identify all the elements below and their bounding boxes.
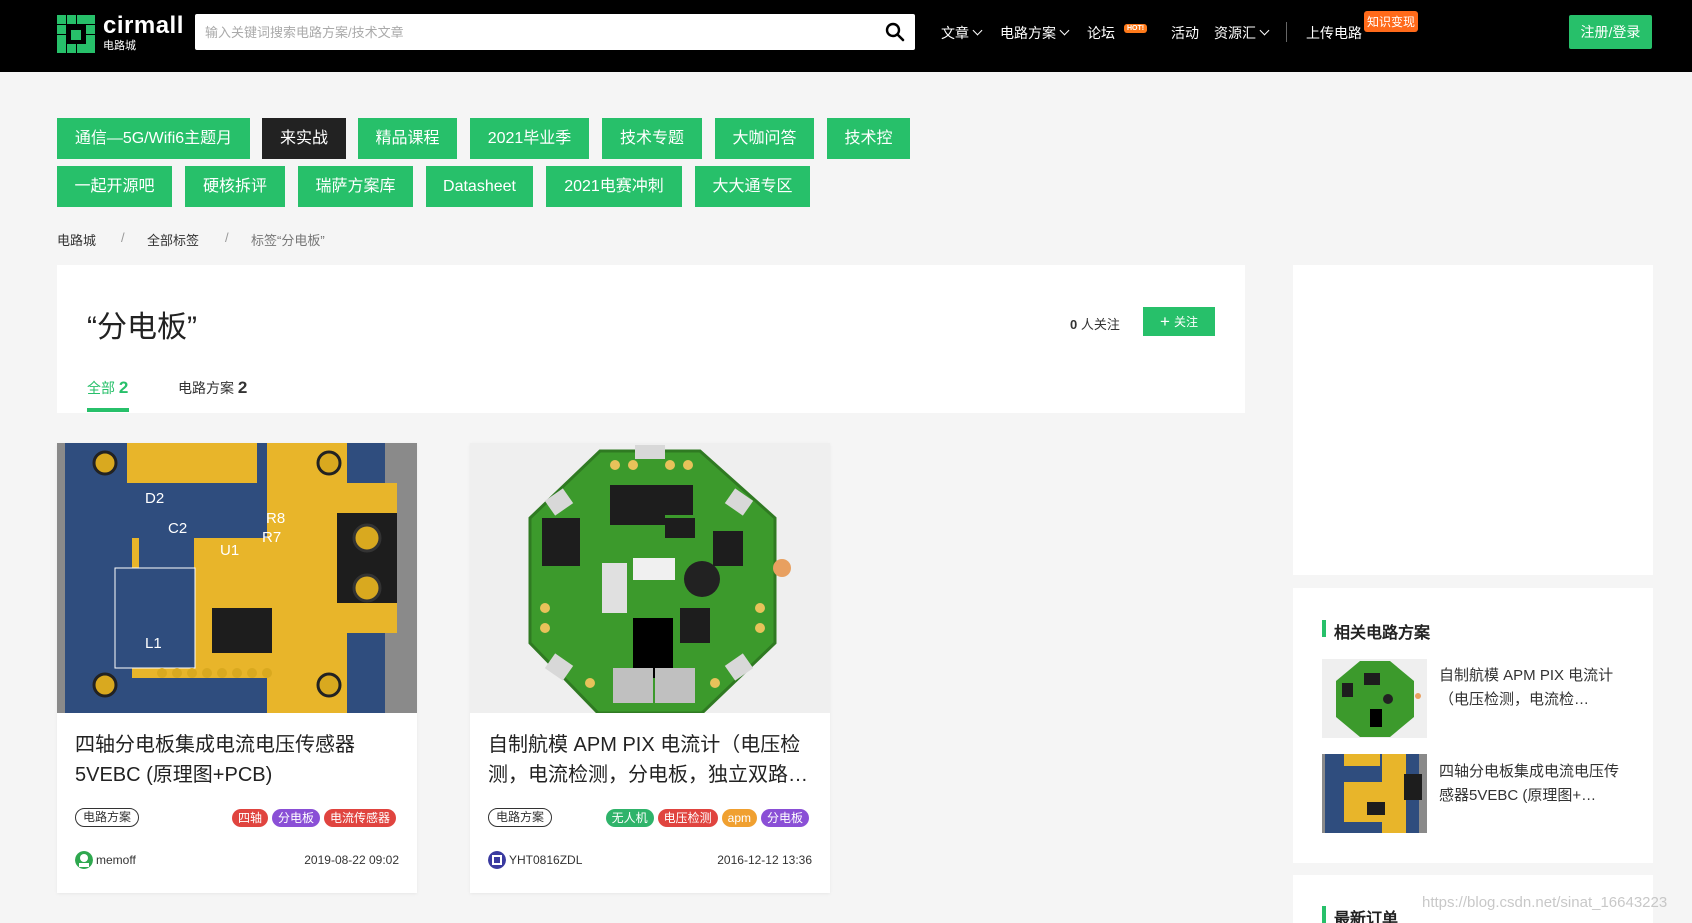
plan-card[interactable]: D2 C2 U1 R8 R7 L1 四轴分电板集成电流电压传感器5VEBC (原理图+… — [57, 443, 417, 893]
watermark: https://blog.csdn.net/sinat_16643223 — [1422, 894, 1668, 911]
tag-pill[interactable]: 四轴 — [231, 809, 268, 827]
nav-resources-label: 资源汇 — [1214, 25, 1256, 41]
tag-list: 四轴 分电板 电流传感器 — [231, 809, 396, 827]
tag-button[interactable]: 大大通专区 — [695, 166, 810, 207]
tab-all-label: 全部 — [87, 380, 115, 396]
sidebar-ad-panel — [1293, 265, 1653, 575]
plus-icon: + — [1160, 312, 1170, 331]
tag-button[interactable]: 2021毕业季 — [470, 118, 589, 159]
tag-button[interactable]: 一起开源吧 — [57, 166, 172, 207]
related-plan-thumbnail[interactable] — [1322, 754, 1427, 833]
svg-text:R7: R7 — [262, 529, 281, 546]
svg-text:U1: U1 — [220, 542, 239, 559]
tag-button[interactable]: 瑞萨方案库 — [298, 166, 413, 207]
related-plan-title[interactable]: 四轴分电板集成电流电压传感器5VEBC (原理图+… — [1439, 760, 1631, 808]
follower-count: 0 人关注 — [1070, 314, 1120, 333]
section-marker — [1322, 620, 1326, 637]
tag-pill[interactable]: apm — [721, 809, 757, 827]
logo-mark-icon — [57, 14, 95, 53]
category-badge[interactable]: 电路方案 — [75, 808, 140, 827]
nav-divider — [1286, 22, 1287, 42]
logo-text-cn: 电路城 — [103, 40, 136, 52]
search-box — [195, 14, 915, 50]
breadcrumb-all-tags[interactable]: 全部标签 — [147, 230, 199, 249]
tag-pill[interactable]: 电压检测 — [657, 809, 718, 827]
related-plan-title[interactable]: 自制航模 APM PIX 电流计（电压检测，电流检… — [1439, 664, 1631, 712]
section-marker — [1322, 906, 1326, 923]
follow-button[interactable]: + 关注 — [1143, 307, 1215, 336]
site-logo[interactable]: cirmall 电路城 — [57, 14, 184, 53]
nav-forum-label: 论坛 — [1087, 25, 1115, 41]
nav-activity[interactable]: 活动 — [1171, 23, 1199, 43]
tag-button[interactable]: 精品课程 — [358, 118, 457, 159]
tag-button[interactable]: 硬核拆评 — [185, 166, 285, 207]
svg-text:R8: R8 — [266, 510, 285, 527]
follower-label: 人关注 — [1080, 317, 1120, 332]
tag-pill[interactable]: 电流传感器 — [323, 809, 396, 827]
upload-badge: 知识变现 — [1364, 11, 1419, 32]
follow-button-label: 关注 — [1173, 315, 1198, 329]
chevron-down-icon — [972, 25, 983, 36]
plan-title[interactable]: 四轴分电板集成电流电压传感器5VEBC (原理图+PCB) — [75, 730, 401, 790]
logo-text-en: cirmall — [103, 12, 184, 39]
author-name[interactable]: YHT0816ZDL — [509, 853, 582, 867]
tab-all[interactable]: 全部 2 — [87, 378, 128, 398]
chevron-down-icon — [1059, 25, 1070, 36]
search-input[interactable] — [205, 14, 855, 50]
breadcrumb-separator: / — [225, 230, 229, 245]
tab-plans-label: 电路方案 — [178, 380, 234, 396]
svg-text:L1: L1 — [145, 635, 162, 652]
nav-upload-label: 上传电路 — [1306, 25, 1362, 41]
publish-date: 2016-12-12 13:36 — [717, 853, 812, 867]
publish-date: 2019-08-22 09:02 — [304, 853, 399, 867]
plan-card[interactable]: 自制航模 APM PIX 电流计（电压检测，电流检测，分电板，独立双路… 电路方… — [470, 443, 830, 893]
tag-pill[interactable]: 无人机 — [605, 809, 654, 827]
tag-button[interactable]: 2021电赛冲刺 — [546, 166, 682, 207]
chevron-down-icon — [1259, 25, 1270, 36]
login-register-button[interactable]: 注册/登录 — [1569, 15, 1652, 49]
tag-button[interactable]: 大咖问答 — [715, 118, 814, 159]
plan-title[interactable]: 自制航模 APM PIX 电流计（电压检测，电流检测，分电板，独立双路… — [488, 730, 814, 790]
tab-plans-count: 2 — [237, 378, 248, 397]
breadcrumb-current: 标签“分电板” — [251, 233, 325, 248]
avatar[interactable] — [75, 851, 93, 869]
author-name[interactable]: memoff — [96, 853, 136, 867]
tag-button[interactable]: 来实战 — [262, 118, 346, 159]
category-badge[interactable]: 电路方案 — [488, 808, 553, 827]
breadcrumb-separator: / — [121, 230, 125, 245]
search-icon[interactable] — [885, 22, 905, 42]
follower-number: 0 — [1070, 317, 1078, 332]
latest-orders-heading: 最新订单 — [1334, 911, 1399, 923]
tag-pill[interactable]: 分电板 — [760, 809, 809, 827]
page-title: “分电板” — [87, 311, 197, 344]
nav-activity-label: 活动 — [1171, 25, 1199, 41]
tag-button[interactable]: 技术专题 — [602, 118, 702, 159]
svg-text:D2: D2 — [145, 490, 164, 507]
nav-article-label: 文章 — [941, 25, 969, 41]
related-plans-heading: 相关电路方案 — [1334, 625, 1431, 642]
nav-plans[interactable]: 电路方案 — [1000, 23, 1070, 43]
related-plan-thumbnail[interactable] — [1322, 659, 1427, 738]
top-navigation-bar: cirmall 电路城 文章 电路方案 论坛 HOT! 活动 资源汇 上传电路 … — [0, 0, 1692, 72]
tag-button[interactable]: 技术控 — [827, 118, 910, 159]
tag-button[interactable]: Datasheet — [426, 166, 533, 207]
active-tab-indicator — [87, 408, 129, 412]
nav-upload[interactable]: 上传电路 — [1306, 23, 1362, 43]
tag-pill[interactable]: 分电板 — [271, 809, 320, 827]
tab-all-count: 2 — [118, 378, 129, 397]
hot-badge: HOT! — [1124, 24, 1148, 33]
nav-forum[interactable]: 论坛 — [1087, 23, 1115, 43]
nav-resources[interactable]: 资源汇 — [1214, 23, 1270, 43]
plan-thumbnail[interactable]: D2 C2 U1 R8 R7 L1 — [57, 443, 417, 713]
breadcrumb-home[interactable]: 电路城 — [57, 230, 96, 249]
svg-text:C2: C2 — [168, 520, 187, 537]
tag-list: 无人机 电压检测 apm 分电板 — [605, 809, 809, 827]
tag-button[interactable]: 通信—5G/Wifi6主题月 — [57, 118, 250, 159]
tab-plans[interactable]: 电路方案 2 — [178, 378, 247, 398]
avatar[interactable] — [488, 851, 506, 869]
nav-plans-label: 电路方案 — [1000, 25, 1056, 41]
plan-thumbnail[interactable] — [470, 443, 830, 713]
nav-article[interactable]: 文章 — [941, 23, 983, 43]
